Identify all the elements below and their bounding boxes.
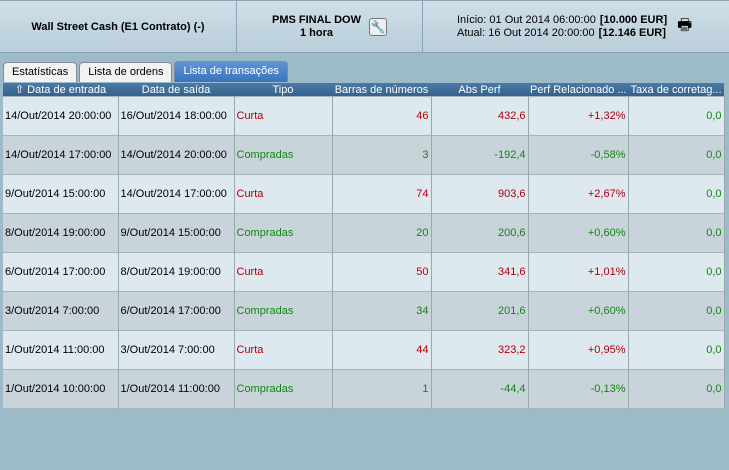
table-cell: 14/Out/2014 20:00:00 bbox=[3, 96, 119, 136]
table-cell: 46 bbox=[332, 96, 432, 136]
table-cell: 0,0 bbox=[628, 252, 725, 292]
table-row[interactable]: 9/Out/2014 15:00:00 14/Out/2014 17:00:00 C… bbox=[3, 174, 725, 214]
table-cell: +2,67% bbox=[528, 174, 629, 214]
table-cell: 34 bbox=[332, 291, 432, 331]
current-date: 16 Out 2014 20:00:00 bbox=[488, 27, 595, 39]
table-cell: +1,01% bbox=[528, 252, 629, 292]
table-cell: 6/Out/2014 17:00:00 bbox=[118, 291, 235, 331]
start-date: 01 Out 2014 06:00:00 bbox=[489, 14, 596, 26]
column-header[interactable]: Taxa de corretag... bbox=[628, 83, 724, 97]
tab-statistics[interactable]: Estatísticas bbox=[3, 62, 78, 82]
table-cell: 903,6 bbox=[431, 174, 529, 214]
start-label: Início: bbox=[457, 14, 487, 26]
wrench-icon[interactable]: 🔧 bbox=[369, 18, 387, 36]
table-cell: Curta bbox=[234, 174, 333, 214]
table-cell: 341,6 bbox=[431, 252, 529, 292]
table-cell: Compradas bbox=[234, 369, 333, 409]
table-cell: +0,95% bbox=[528, 330, 629, 370]
table-cell: 9/Out/2014 15:00:00 bbox=[3, 174, 119, 214]
table-cell: 0,0 bbox=[628, 174, 725, 214]
table-cell: 3/Out/2014 7:00:00 bbox=[3, 291, 119, 331]
table-cell: Compradas bbox=[234, 135, 333, 175]
table-cell: -44,4 bbox=[431, 369, 529, 409]
table-cell: 0,0 bbox=[628, 213, 725, 253]
table-cell: 8/Out/2014 19:00:00 bbox=[118, 252, 235, 292]
table-cell: 74 bbox=[332, 174, 432, 214]
table-cell: 0,0 bbox=[628, 330, 725, 370]
table-cell: 3/Out/2014 7:00:00 bbox=[118, 330, 235, 370]
table-cell: Curta bbox=[234, 96, 333, 136]
timeframe: 1 hora bbox=[299, 27, 333, 39]
table-cell: -192,4 bbox=[431, 135, 529, 175]
table-cell: 323,2 bbox=[431, 330, 529, 370]
strategy-name: PMS FINAL DOW bbox=[271, 14, 361, 26]
table-cell: 1 bbox=[332, 369, 432, 409]
header-bar: Wall Street Cash (E1 Contrato) (-) PMS F… bbox=[0, 0, 729, 53]
strategy-section: PMS FINAL DOW 1 hora 🔧 bbox=[236, 1, 422, 53]
table-cell: 0,0 bbox=[628, 135, 725, 175]
table-row[interactable]: 6/Out/2014 17:00:00 8/Out/2014 19:00:00 Cu… bbox=[3, 252, 725, 292]
printer-icon[interactable]: 🖶 bbox=[677, 14, 692, 41]
table-cell: 14/Out/2014 20:00:00 bbox=[118, 135, 235, 175]
table-cell: Compradas bbox=[234, 213, 333, 253]
table-cell: Compradas bbox=[234, 291, 333, 331]
column-header[interactable]: Tipo bbox=[234, 83, 332, 97]
column-header[interactable]: Perf Relacionado ... bbox=[528, 83, 628, 97]
table-cell: Curta bbox=[234, 252, 333, 292]
table-cell: 44 bbox=[332, 330, 432, 370]
transactions-table: ⇧ Data de entrada Data de saída Tipo Barras… bbox=[3, 83, 725, 409]
table-cell: 14/Out/2014 17:00:00 bbox=[3, 135, 119, 175]
table-cell: +0,60% bbox=[528, 213, 629, 253]
current-value: [12.146 EUR] bbox=[598, 27, 666, 39]
table-cell: +1,32% bbox=[528, 96, 629, 136]
table-row[interactable]: 8/Out/2014 19:00:00 9/Out/2014 15:00:00 Co… bbox=[3, 213, 725, 253]
table-row[interactable]: 1/Out/2014 10:00:00 1/Out/2014 11:00:00 Co… bbox=[3, 369, 725, 409]
current-label: Atual: bbox=[457, 27, 486, 39]
table-row[interactable]: 1/Out/2014 11:00:00 3/Out/2014 7:00:00 Cur… bbox=[3, 330, 725, 370]
table-cell: 3 bbox=[332, 135, 432, 175]
table-cell: 1/Out/2014 10:00:00 bbox=[3, 369, 119, 409]
table-row[interactable]: 14/Out/2014 20:00:00 16/Out/2014 18:00:00… bbox=[3, 96, 725, 136]
tab-transaction-list[interactable]: Lista de transações bbox=[174, 61, 288, 82]
table-cell: 50 bbox=[332, 252, 432, 292]
table-cell: 0,0 bbox=[628, 291, 725, 331]
balance-section: Início: 01 Out 2014 06:00:00 [10.000 EUR]… bbox=[422, 1, 729, 53]
tab-order-list[interactable]: Lista de ordens bbox=[79, 62, 173, 82]
table-row[interactable]: 3/Out/2014 7:00:00 6/Out/2014 17:00:00 Com… bbox=[3, 291, 725, 331]
table-cell: Curta bbox=[234, 330, 333, 370]
table-cell: 200,6 bbox=[431, 213, 529, 253]
table-cell: -0,13% bbox=[528, 369, 629, 409]
column-header[interactable]: Data de saída bbox=[118, 83, 234, 97]
tab-bar: Estatísticas Lista de ordens Lista de tr… bbox=[3, 61, 288, 82]
account-name: Wall Street Cash (E1 Contrato) (-) bbox=[31, 21, 205, 33]
table-cell: 20 bbox=[332, 213, 432, 253]
table-cell: 6/Out/2014 17:00:00 bbox=[3, 252, 119, 292]
start-value: [10.000 EUR] bbox=[599, 14, 668, 26]
table-cell: 14/Out/2014 17:00:00 bbox=[118, 174, 235, 214]
table-cell: 9/Out/2014 15:00:00 bbox=[118, 213, 235, 253]
table-cell: +0,60% bbox=[528, 291, 629, 331]
table-cell: 1/Out/2014 11:00:00 bbox=[118, 369, 235, 409]
table-row[interactable]: 14/Out/2014 17:00:00 14/Out/2014 20:00:00… bbox=[3, 135, 725, 175]
table-cell: 1/Out/2014 11:00:00 bbox=[3, 330, 119, 370]
table-cell: 0,0 bbox=[628, 369, 725, 409]
column-header[interactable]: Barras de números bbox=[332, 83, 431, 97]
column-header[interactable]: Abs Perf bbox=[431, 83, 528, 97]
table-cell: 201,6 bbox=[431, 291, 529, 331]
table-cell: 432,6 bbox=[431, 96, 529, 136]
column-header[interactable]: ⇧ Data de entrada bbox=[3, 83, 118, 97]
table-cell: -0,58% bbox=[528, 135, 629, 175]
table-cell: 16/Out/2014 18:00:00 bbox=[118, 96, 235, 136]
table-cell: 8/Out/2014 19:00:00 bbox=[3, 213, 119, 253]
table-cell: 0,0 bbox=[628, 96, 725, 136]
